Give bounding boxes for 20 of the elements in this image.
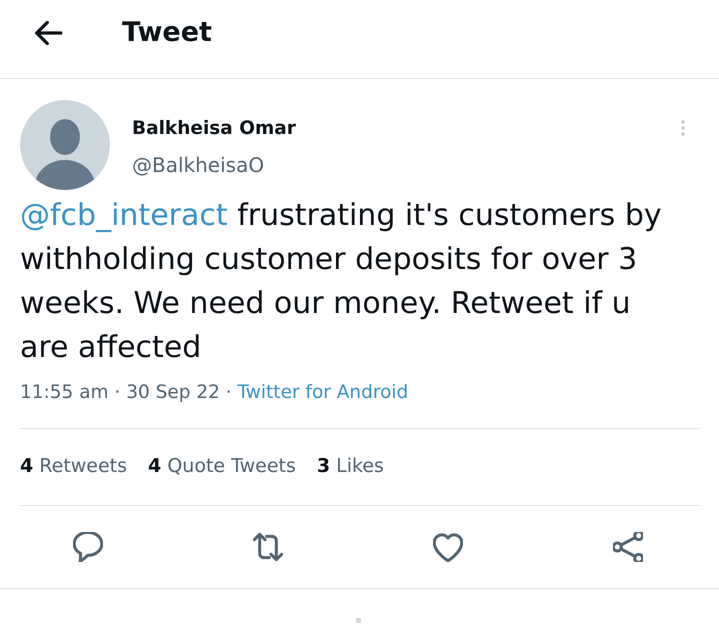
avatar-silhouette-icon[interactable] [20,100,110,190]
page-title: Tweet [122,16,212,50]
back-button[interactable] [33,21,63,45]
more-options-icon [681,120,685,136]
author-handle[interactable]: @BalkheisaO [132,152,264,178]
back-icon [33,21,63,45]
like-button[interactable] [433,532,463,562]
share-icon [613,532,643,562]
timestamp-text: 11:55 am · 30 Sep 22 · Twitter for Android [20,381,408,405]
looped-arrows-icon [253,532,283,562]
stat-link[interactable]: 4 Retweets [20,454,128,478]
stat-link[interactable]: 3 Likes [316,454,384,478]
share-button[interactable] [613,532,643,562]
speech-bubble-icon [73,532,103,562]
retweet-button[interactable] [253,532,283,562]
author-name[interactable]: Balkheisa Omar [132,116,296,142]
tweet-text: @fcb_interact frustrating it's customers by withholding customer deposits for over 3 weeks. We need our money. Retweet if u are affected [20,197,663,367]
reply-button[interactable] [73,532,103,562]
stat-link[interactable]: 4 Quote Tweets [148,454,296,478]
heart-icon [433,532,463,562]
